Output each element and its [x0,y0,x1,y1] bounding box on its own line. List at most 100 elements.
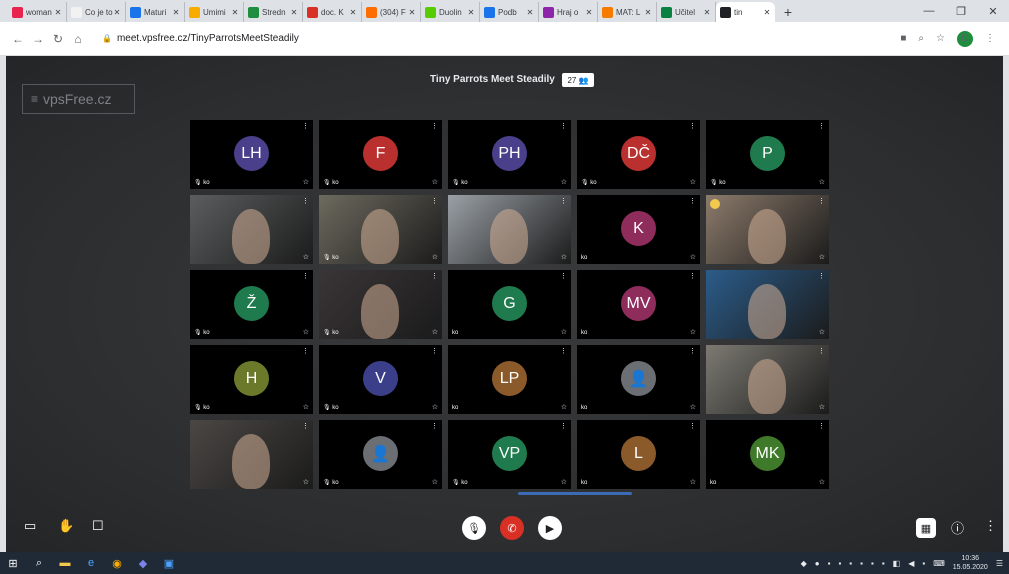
forward-icon[interactable]: → [28,32,48,46]
browser-tab[interactable]: Učitel ✕ [657,2,716,22]
info-icon[interactable]: ⓘ [951,518,964,537]
tile-more-icon[interactable]: ⋮ [302,347,309,355]
tray-icon-9[interactable]: ▪ [922,559,925,568]
tile-more-icon[interactable]: ⋮ [818,272,825,280]
tab-close-icon[interactable]: ✕ [408,8,416,17]
pin-star-icon[interactable]: ☆ [432,253,438,261]
clock[interactable]: 10:36 15.05.2020 [953,554,988,572]
pin-star-icon[interactable]: ☆ [432,478,438,486]
tab-close-icon[interactable]: ✕ [703,8,711,17]
browser-tab[interactable]: Hraj o ✕ [539,2,598,22]
tray-icon-3[interactable]: ▪ [828,559,831,568]
tile-more-icon[interactable]: ⋮ [560,122,567,130]
pin-star-icon[interactable]: ☆ [561,253,567,261]
pin-star-icon[interactable]: ☆ [303,253,309,261]
tab-close-icon[interactable]: ✕ [644,8,652,17]
participant-tile[interactable]: F ⋮ 🎙 ko ☆ [319,120,442,189]
tile-more-icon[interactable]: ⋮ [431,347,438,355]
tile-more-icon[interactable]: ⋮ [302,272,309,280]
participant-tile[interactable]: L ⋮ ko ☆ [577,420,700,489]
pin-star-icon[interactable]: ☆ [432,328,438,336]
teams-icon[interactable]: ◆ [130,552,156,574]
zoom-icon[interactable]: ⌕ [918,33,924,44]
pin-star-icon[interactable]: ☆ [690,328,696,336]
tray-icon-5[interactable]: ▪ [849,559,852,568]
pin-star-icon[interactable]: ☆ [819,178,825,186]
tile-more-icon[interactable]: ⋮ [302,122,309,130]
new-tab-button[interactable]: + [779,2,797,22]
tab-close-icon[interactable]: ✕ [290,8,298,17]
tile-more-icon[interactable]: ⋮ [818,422,825,430]
tile-more-icon[interactable]: ⋮ [302,197,309,205]
tab-close-icon[interactable]: ✕ [54,8,62,17]
participant-tile[interactable]: ⋮ ☆ [706,270,829,339]
participant-tile[interactable]: VP ⋮ 🎙 ko ☆ [448,420,571,489]
notifications-icon[interactable]: ☰ [996,559,1003,568]
tile-more-icon[interactable]: ⋮ [302,422,309,430]
more-options-icon[interactable]: ⋮ [984,518,997,534]
participant-tile[interactable]: K ⋮ ko ☆ [577,195,700,264]
volume-icon[interactable]: ◀ [908,559,914,568]
participant-tile[interactable]: DČ ⋮ 🎙 ko ☆ [577,120,700,189]
participant-tile[interactable]: ⋮ 🎙 ko ☆ [319,270,442,339]
participant-tile[interactable]: 👤 ⋮ 🎙 ko ☆ [319,420,442,489]
tile-more-icon[interactable]: ⋮ [818,197,825,205]
keyboard-icon[interactable]: ⌨ [933,559,945,568]
tab-close-icon[interactable]: ✕ [585,8,593,17]
tile-more-icon[interactable]: ⋮ [689,122,696,130]
browser-tab[interactable]: tin ✕ [716,2,775,22]
pin-star-icon[interactable]: ☆ [819,253,825,261]
tray-icon-8[interactable]: ▪ [882,559,885,568]
edge-icon[interactable]: e [78,552,104,574]
pin-star-icon[interactable]: ☆ [690,178,696,186]
participant-tile[interactable]: ⋮ 🎙 ko ☆ [319,195,442,264]
menu-kebab-icon[interactable]: ⋮ [985,33,995,44]
tray-icon-2[interactable]: ● [815,559,820,568]
tile-more-icon[interactable]: ⋮ [560,347,567,355]
browser-tab[interactable]: doc. K ✕ [303,2,362,22]
hangup-button[interactable]: ✆ [500,516,524,540]
pin-star-icon[interactable]: ☆ [819,403,825,411]
file-explorer-icon[interactable]: ▬ [52,552,78,574]
tile-more-icon[interactable]: ⋮ [818,347,825,355]
pin-star-icon[interactable]: ☆ [690,478,696,486]
participant-tile[interactable]: Ž ⋮ 🎙 ko ☆ [190,270,313,339]
tile-more-icon[interactable]: ⋮ [431,422,438,430]
pin-star-icon[interactable]: ☆ [690,253,696,261]
pin-star-icon[interactable]: ☆ [303,328,309,336]
pin-star-icon[interactable]: ☆ [432,403,438,411]
browser-tab[interactable]: Umimi ✕ [185,2,244,22]
address-bar[interactable]: 🔒 meet.vpsfree.cz/TinyParrotsMeetSteadil… [94,28,900,50]
browser-tab[interactable]: Duolin ✕ [421,2,480,22]
vpsfree-logo[interactable]: ≡ vpsFree.cz [22,84,135,114]
participant-tile[interactable]: PH ⋮ 🎙 ko ☆ [448,120,571,189]
tile-more-icon[interactable]: ⋮ [431,122,438,130]
pin-star-icon[interactable]: ☆ [561,403,567,411]
pin-star-icon[interactable]: ☆ [819,478,825,486]
participant-tile[interactable]: LP ⋮ ko ☆ [448,345,571,414]
tab-close-icon[interactable]: ✕ [349,8,357,17]
search-icon[interactable]: ⌕ [26,552,52,574]
tile-more-icon[interactable]: ⋮ [689,347,696,355]
pin-star-icon[interactable]: ☆ [303,403,309,411]
camera-button[interactable]: ▶ [538,516,562,540]
chrome-icon[interactable]: ◉ [104,552,130,574]
browser-tab[interactable]: (304) F ✕ [362,2,421,22]
tile-more-icon[interactable]: ⋮ [818,122,825,130]
tray-icon-1[interactable]: ◆ [801,559,807,568]
pin-star-icon[interactable]: ☆ [303,478,309,486]
network-icon[interactable]: ◧ [893,559,901,568]
pin-star-icon[interactable]: ☆ [561,178,567,186]
browser-tab[interactable]: MAT: L ✕ [598,2,657,22]
tab-close-icon[interactable]: ✕ [113,8,121,17]
participant-tile[interactable]: ⋮ ☆ [706,195,829,264]
reload-icon[interactable]: ↻ [48,32,68,46]
participant-count-badge[interactable]: 27 👥 [562,73,594,87]
participant-tile[interactable]: G ⋮ ko ☆ [448,270,571,339]
participant-tile[interactable]: ⋮ ☆ [706,345,829,414]
tab-close-icon[interactable]: ✕ [467,8,475,17]
participant-tile[interactable]: LH ⋮ 🎙 ko ☆ [190,120,313,189]
close-window-icon[interactable]: ✕ [977,0,1009,22]
tray-icon-7[interactable]: ▪ [871,559,874,568]
participant-tile[interactable]: ⋮ ☆ [190,420,313,489]
